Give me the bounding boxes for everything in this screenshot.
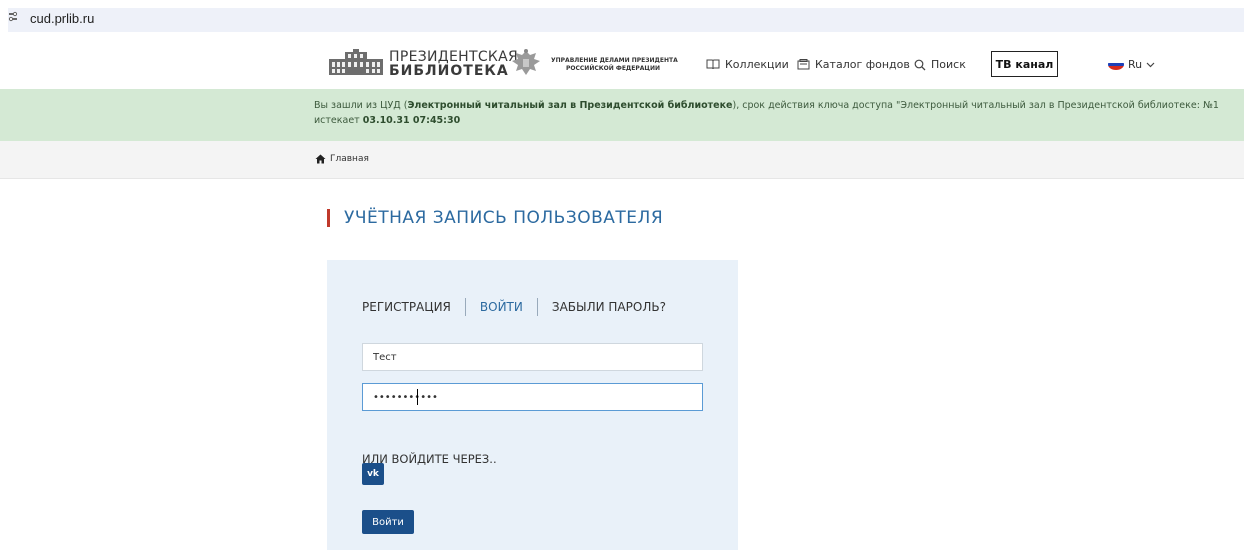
password-input[interactable] <box>362 383 703 411</box>
nav-catalog-label: Каталог фондов <box>815 58 910 71</box>
text-caret <box>417 389 418 405</box>
tv-channel-button[interactable]: ТВ канал <box>991 51 1058 77</box>
login-submit-button[interactable]: Войти <box>362 510 414 534</box>
russia-flag-icon <box>1108 59 1124 70</box>
browser-address-bar: cud.prlib.ru <box>0 0 1244 34</box>
library-building-logo-icon[interactable] <box>327 49 385 77</box>
chevron-down-icon <box>1146 62 1155 67</box>
tab-login[interactable]: ВОЙТИ <box>480 300 523 314</box>
tab-forgot-password[interactable]: ЗАБЫЛИ ПАРОЛЬ? <box>552 300 666 314</box>
home-icon <box>315 154 326 164</box>
notice-reading-room: Электронный читальный зал в Президентско… <box>407 100 733 111</box>
address-field[interactable]: cud.prlib.ru <box>8 8 1244 32</box>
site-settings-icon[interactable] <box>8 11 18 26</box>
nav-catalog[interactable]: Каталог фондов <box>797 58 910 71</box>
access-notice-text: Вы зашли из ЦУД (Электронный читальный з… <box>314 98 1244 128</box>
vk-icon: vk <box>367 469 379 479</box>
logo-title-line2[interactable]: БИБЛИОТЕКА <box>389 63 509 79</box>
title-marker <box>327 209 330 227</box>
notice-text-4: истекает <box>314 115 363 126</box>
book-open-icon <box>706 59 720 70</box>
tab-divider <box>464 298 466 316</box>
nav-search-label: Поиск <box>931 58 966 71</box>
language-label: Ru <box>1128 58 1143 71</box>
nav-collections-label: Коллекции <box>725 58 789 71</box>
search-icon <box>914 59 926 70</box>
catalog-icon <box>797 59 810 70</box>
language-selector[interactable]: Ru <box>1108 58 1155 71</box>
username-input[interactable] <box>362 343 703 371</box>
account-tabs: РЕГИСТРАЦИЯ ВОЙТИ ЗАБЫЛИ ПАРОЛЬ? <box>362 298 666 316</box>
vk-login-button[interactable]: vk <box>362 463 384 485</box>
tab-register[interactable]: РЕГИСТРАЦИЯ <box>362 300 451 314</box>
address-url[interactable]: cud.prlib.ru <box>30 11 94 26</box>
gov-title-line2: РОССИЙСКОЙ ФЕДЕРАЦИИ <box>566 65 661 72</box>
notice-text-3: ), срок действия ключа доступа "Электрон… <box>732 100 1219 111</box>
notice-expiry-date: 03.10.31 07:45:30 <box>362 115 461 126</box>
tab-divider <box>536 298 538 316</box>
breadcrumb[interactable]: Главная <box>315 154 369 164</box>
notice-text-1: Вы зашли из ЦУД ( <box>314 100 408 111</box>
gov-title-line1: УПРАВЛЕНИЕ ДЕЛАМИ ПРЕЗИДЕНТА <box>551 57 678 64</box>
breadcrumb-bar <box>0 141 1244 179</box>
nav-search[interactable]: Поиск <box>914 58 966 71</box>
nav-collections[interactable]: Коллекции <box>706 58 789 71</box>
breadcrumb-home[interactable]: Главная <box>330 154 369 164</box>
russian-emblem-icon <box>512 49 540 75</box>
page-title: УЧЁТНАЯ ЗАПИСЬ ПОЛЬЗОВАТЕЛЯ <box>344 208 664 228</box>
